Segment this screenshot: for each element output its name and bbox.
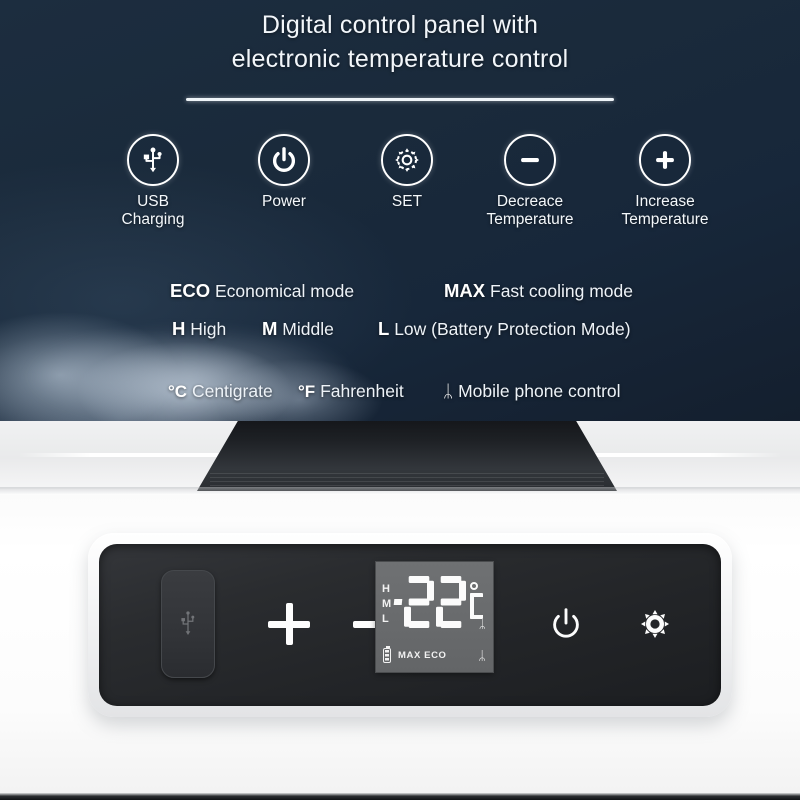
lcd-level-h: H xyxy=(382,583,391,595)
legend-row-levels: H High M Middle L Low (Battery Protectio… xyxy=(0,310,800,348)
control-panel: H M L ᛦ MAX ECO ᛦ xyxy=(99,544,721,706)
lcd-temperature-readout xyxy=(393,576,483,628)
lid-shadow xyxy=(0,487,800,495)
legend-text: Centigrate xyxy=(191,381,273,401)
degree-icon xyxy=(470,582,478,590)
page-title: Digital control panel with electronic te… xyxy=(0,8,800,76)
legend-text: Mobile phone control xyxy=(458,381,621,401)
lcd-negative-sign xyxy=(393,599,402,605)
legend-text: Fast cooling mode xyxy=(490,281,633,301)
title-line-1: Digital control panel with xyxy=(261,11,539,39)
legend-key: °C xyxy=(168,382,188,401)
set-button[interactable] xyxy=(623,592,687,656)
legend-high: H High xyxy=(172,310,226,348)
legend-text: Economical mode xyxy=(214,281,355,301)
legend-max: MAX Fast cooling mode xyxy=(444,272,633,310)
legend-text: Fahrenheit xyxy=(320,381,404,401)
legend-text: Middle xyxy=(282,319,334,339)
lcd-bluetooth-icon-bottom: ᛦ xyxy=(478,647,486,663)
control-panel-bezel: H M L ᛦ MAX ECO ᛦ xyxy=(88,533,732,717)
lcd-digits xyxy=(403,576,466,628)
power-icon xyxy=(553,608,579,638)
lcd-level-indicators: H M L xyxy=(382,582,391,627)
photo-bottom-strip xyxy=(0,793,800,800)
legend-eco: ECO Economical mode xyxy=(170,272,354,310)
legend-key: M xyxy=(262,318,278,339)
lcd-unit-celsius xyxy=(468,582,483,619)
power-icon xyxy=(258,134,310,186)
product-photo: H M L ᛦ MAX ECO ᛦ xyxy=(0,421,800,800)
product-infographic: Digital control panel with electronic te… xyxy=(0,0,800,800)
gear-icon xyxy=(640,609,670,639)
legend-key: °F xyxy=(298,382,316,401)
legend-middle: M Middle xyxy=(262,310,334,348)
lcd-level-l: L xyxy=(382,613,390,625)
minus-icon xyxy=(504,134,556,186)
gear-icon xyxy=(381,134,433,186)
title-line-2: electronic temperature control xyxy=(231,45,569,73)
seven-segment-digit xyxy=(435,576,466,628)
legend-key: L xyxy=(378,318,390,339)
legend-fahrenheit: °F Fahrenheit xyxy=(298,372,404,411)
legend-low: L Low (Battery Protection Mode) xyxy=(378,310,631,348)
increase-temperature-button[interactable] xyxy=(257,592,321,656)
legend-text: High xyxy=(190,319,227,339)
lcd-status-bar: MAX ECO ᛦ xyxy=(383,645,486,663)
legend-text: Low (Battery Protection Mode) xyxy=(394,319,631,339)
info-panel: Digital control panel with electronic te… xyxy=(0,0,800,421)
legend-rows: ECO Economical mode MAX Fast cooling mod… xyxy=(0,272,800,410)
feature-label: Increase Temperature xyxy=(621,193,709,228)
feature-icon-row: USB Charging Power SET Decreace Temperat… xyxy=(0,134,800,234)
legend-key: ECO xyxy=(170,280,211,301)
legend-mobile-control: ᛦ Mobile phone control xyxy=(443,372,621,411)
usb-icon xyxy=(127,134,179,186)
lcd-level-m: M xyxy=(382,598,392,610)
legend-key: H xyxy=(172,318,186,339)
lid-vent-recess xyxy=(197,421,617,491)
legend-row-modes: ECO Economical mode MAX Fast cooling mod… xyxy=(0,272,800,310)
legend-key: MAX xyxy=(444,280,486,301)
feature-increase-temperature: Increase Temperature xyxy=(585,134,745,229)
battery-icon xyxy=(383,645,391,663)
title-divider xyxy=(186,98,614,101)
celsius-glyph xyxy=(469,593,483,619)
seven-segment-digit xyxy=(403,576,434,628)
bluetooth-icon: ᛦ xyxy=(443,382,454,401)
lcd-bluetooth-icon-mid: ᛦ xyxy=(478,617,486,631)
lcd-mode-labels: MAX ECO xyxy=(398,649,447,661)
usb-port-cover[interactable] xyxy=(161,570,215,678)
power-button[interactable] xyxy=(534,592,598,656)
legend-centigrate: °C Centigrate xyxy=(168,372,273,411)
lcd-display: H M L ᛦ MAX ECO ᛦ xyxy=(376,562,493,672)
legend-row-units: °C Centigrate °F Fahrenheit ᛦ Mobile pho… xyxy=(0,372,800,410)
plus-icon xyxy=(639,134,691,186)
